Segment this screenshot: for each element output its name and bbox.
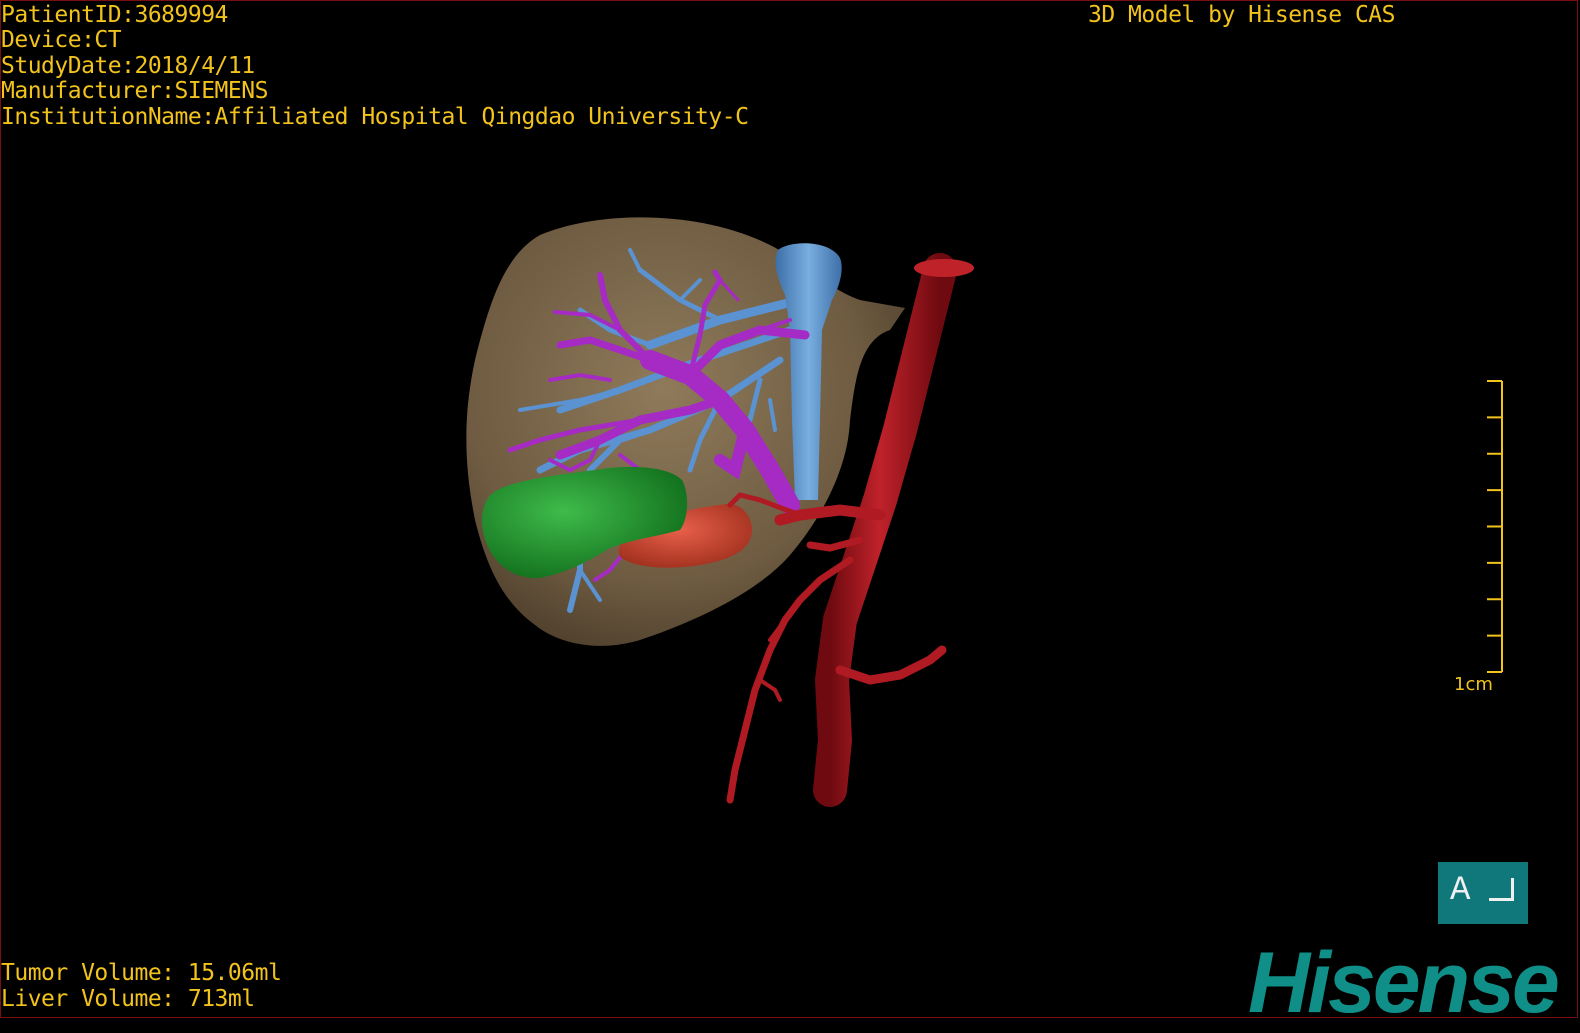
institution-label: InstitutionName:Affiliated Hospital Qing… — [1, 104, 749, 130]
orientation-corner-icon — [1489, 878, 1514, 901]
study-date-label: StudyDate:2018/4/11 — [1, 53, 255, 79]
orientation-letter: A — [1450, 872, 1471, 910]
3d-model-viewport[interactable] — [0, 0, 1580, 1020]
hisense-logo: Hisense — [1248, 935, 1560, 1031]
device-label: Device:CT — [1, 27, 122, 53]
scale-bar-label: 1cm — [1454, 674, 1493, 695]
liver-volume-label: Liver Volume: 713ml — [1, 986, 255, 1012]
tumor-volume-label: Tumor Volume: 15.06ml — [1, 960, 282, 986]
patient-id-label: PatientID:3689994 — [1, 2, 228, 28]
scale-bar — [1487, 380, 1503, 673]
manufacturer-label: Manufacturer:SIEMENS — [1, 78, 268, 104]
orientation-indicator[interactable]: A — [1438, 862, 1528, 924]
model-credit-label: 3D Model by Hisense CAS — [1088, 2, 1396, 28]
